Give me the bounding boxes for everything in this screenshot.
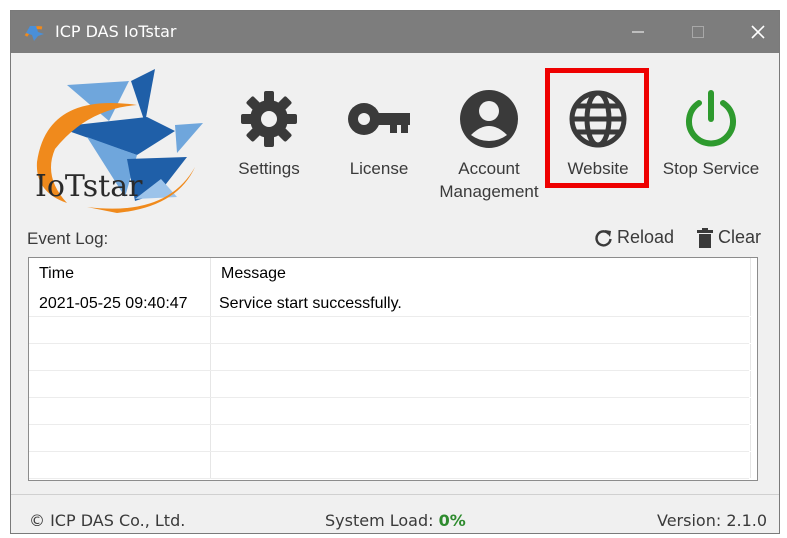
settings-button[interactable]: Settings bbox=[225, 89, 313, 180]
maximize-icon bbox=[692, 26, 704, 38]
row-message: Service start successfully. bbox=[211, 290, 751, 316]
user-icon bbox=[460, 90, 518, 148]
table-row-empty bbox=[29, 344, 751, 371]
account-label-line1: Account bbox=[458, 159, 520, 178]
account-label-line2: Management bbox=[439, 182, 539, 201]
maximize-button[interactable] bbox=[675, 11, 721, 53]
settings-label: Settings bbox=[238, 159, 300, 178]
table-row-empty bbox=[29, 317, 751, 344]
event-log-label: Event Log: bbox=[27, 229, 109, 248]
table-row[interactable]: 2021-05-25 09:40:47 Service start succes… bbox=[29, 290, 751, 317]
iotstar-app-icon bbox=[24, 26, 44, 41]
website-highlight-box bbox=[545, 68, 649, 188]
reload-label: Reload bbox=[617, 227, 675, 247]
system-load: System Load: 0% bbox=[325, 511, 466, 530]
clear-button[interactable]: Clear bbox=[697, 227, 761, 248]
clear-label: Clear bbox=[718, 227, 762, 247]
license-label: License bbox=[349, 159, 409, 178]
gear-icon bbox=[241, 91, 297, 147]
column-header-message[interactable]: Message bbox=[211, 258, 751, 290]
logo-text: IoTstar bbox=[35, 169, 143, 204]
close-button[interactable] bbox=[735, 11, 781, 53]
power-icon bbox=[686, 90, 736, 147]
copyright-text: © ICP DAS Co., Ltd. bbox=[29, 511, 186, 530]
window-title: ICP DAS IoTstar bbox=[55, 22, 177, 41]
column-header-time[interactable]: Time bbox=[29, 258, 211, 290]
key-icon bbox=[348, 103, 410, 135]
iotstar-logo: IoTstar bbox=[27, 67, 205, 217]
app-window: ICP DAS IoTstar IoTstar Settings License… bbox=[10, 10, 780, 534]
system-load-value: 0% bbox=[438, 511, 466, 530]
status-separator bbox=[11, 494, 779, 495]
reload-icon bbox=[595, 229, 612, 247]
close-icon bbox=[751, 25, 765, 39]
minimize-icon bbox=[632, 31, 644, 33]
stop-service-label: Stop Service bbox=[662, 159, 760, 178]
title-bar[interactable]: ICP DAS IoTstar bbox=[11, 11, 779, 53]
account-label: Account Management bbox=[431, 157, 547, 203]
trash-icon bbox=[697, 227, 713, 248]
minimize-button[interactable] bbox=[615, 11, 661, 53]
account-management-button[interactable]: Account Management bbox=[431, 89, 547, 203]
table-row-empty bbox=[29, 371, 751, 398]
table-row-empty bbox=[29, 425, 751, 452]
row-time: 2021-05-25 09:40:47 bbox=[29, 290, 211, 316]
event-log-table[interactable]: Time Message 2021-05-25 09:40:47 Service… bbox=[28, 257, 758, 481]
table-row-empty bbox=[29, 452, 751, 479]
stop-service-button[interactable]: Stop Service bbox=[655, 89, 767, 180]
table-row-empty bbox=[29, 398, 751, 425]
system-load-label: System Load: bbox=[325, 511, 434, 530]
license-button[interactable]: License bbox=[337, 89, 421, 180]
version-text: Version: 2.1.0 bbox=[657, 511, 768, 530]
reload-button[interactable]: Reload bbox=[595, 227, 674, 248]
